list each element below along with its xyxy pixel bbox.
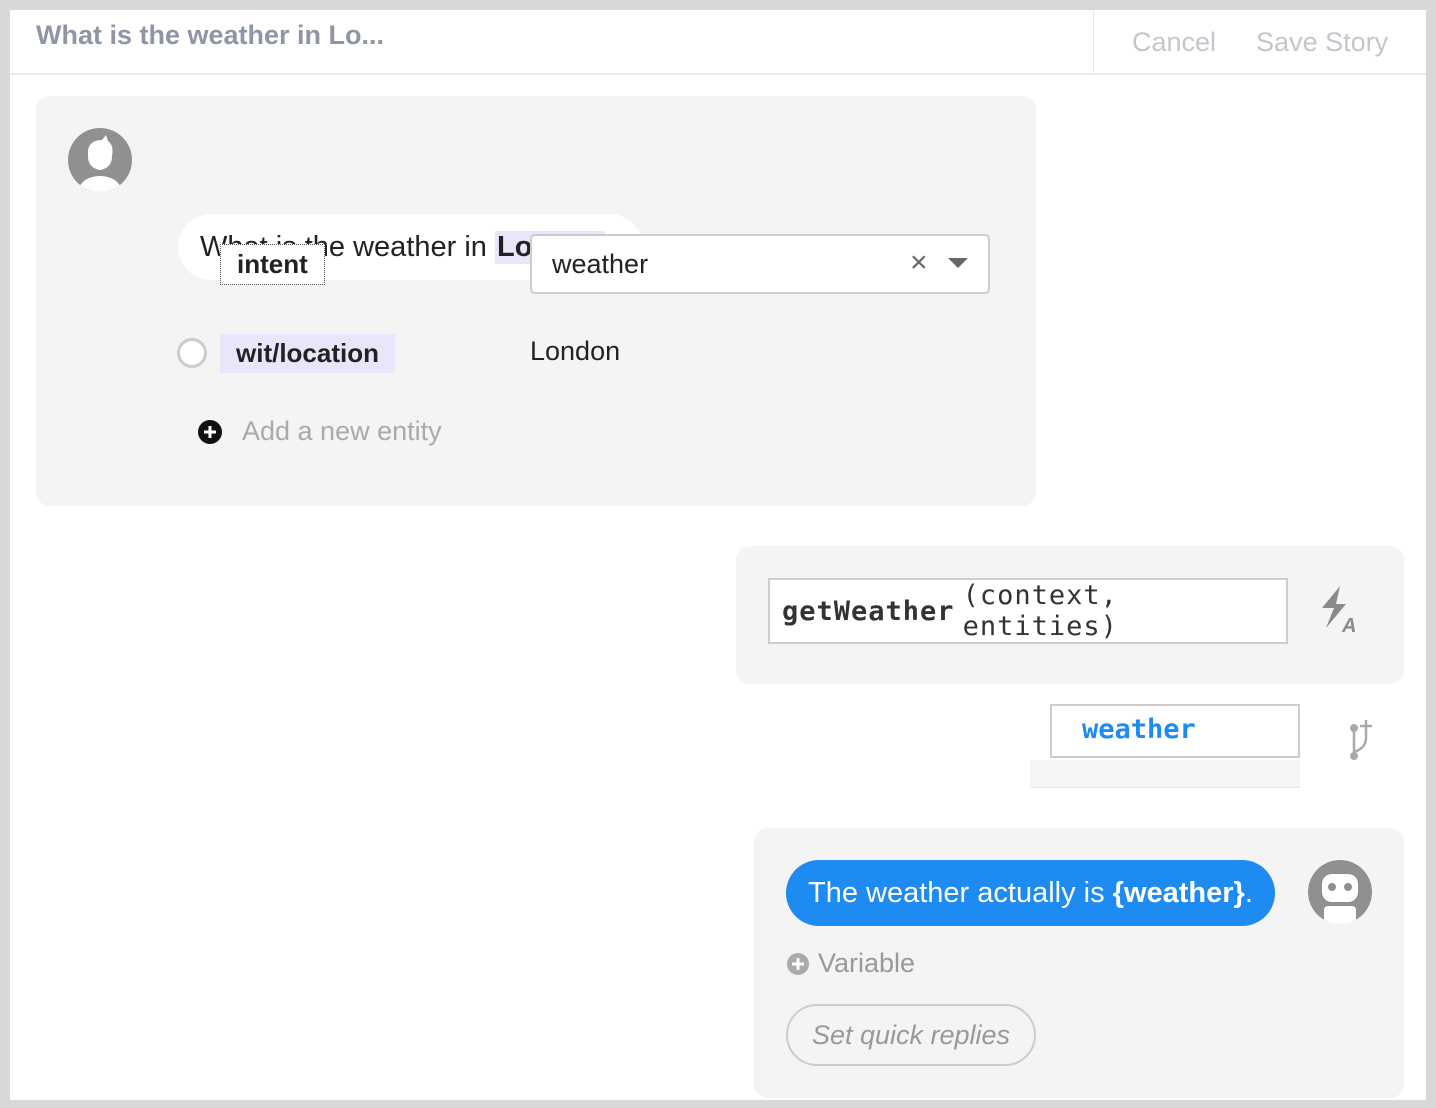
context-key-list (1030, 760, 1300, 788)
plus-circle-icon[interactable] (198, 420, 222, 444)
plus-circle-icon[interactable] (786, 952, 810, 976)
bot-avatar-icon (1308, 860, 1372, 924)
intent-value: weather (552, 248, 649, 279)
bot-message-bubble[interactable]: The weather actually is {weather}. (786, 860, 1275, 926)
entity-radio[interactable] (177, 338, 207, 368)
entity-label: wit/location (220, 334, 395, 373)
bot-action-icon[interactable]: A (1318, 584, 1362, 636)
bot-suffix: . (1244, 876, 1253, 909)
bot-text: The weather actually is (808, 876, 1113, 909)
add-variable-link[interactable]: Variable (818, 948, 915, 979)
function-call[interactable]: getWeather (context, entities) (768, 578, 1288, 644)
add-entity-link[interactable]: Add a new entity (242, 416, 442, 447)
context-key-input[interactable]: weather (1050, 704, 1300, 758)
story-title: What is the weather in Lo... (36, 20, 385, 50)
intent-select[interactable]: weather × (530, 234, 990, 294)
function-args: (context, entities) (962, 580, 1118, 642)
svg-text:A: A (1341, 615, 1356, 636)
clear-icon[interactable]: × (910, 246, 928, 280)
branch-add-icon[interactable] (1346, 718, 1378, 764)
user-turn-card: What is the weather in London? (36, 96, 1036, 506)
user-avatar-icon (68, 128, 132, 192)
save-story-button[interactable]: Save Story (1256, 27, 1388, 58)
cancel-button[interactable]: Cancel (1132, 27, 1216, 58)
story-editor: What is the weather in Lo... Cancel Save… (10, 10, 1426, 1100)
intent-label: intent (220, 244, 325, 285)
quick-replies-button[interactable]: Set quick replies (786, 1004, 1036, 1066)
function-name: getWeather (782, 595, 955, 627)
entity-value[interactable]: London (530, 336, 620, 367)
bot-variable: {weather} (1112, 876, 1245, 909)
chevron-down-icon[interactable] (948, 258, 968, 270)
header: What is the weather in Lo... Cancel Save… (10, 10, 1426, 75)
